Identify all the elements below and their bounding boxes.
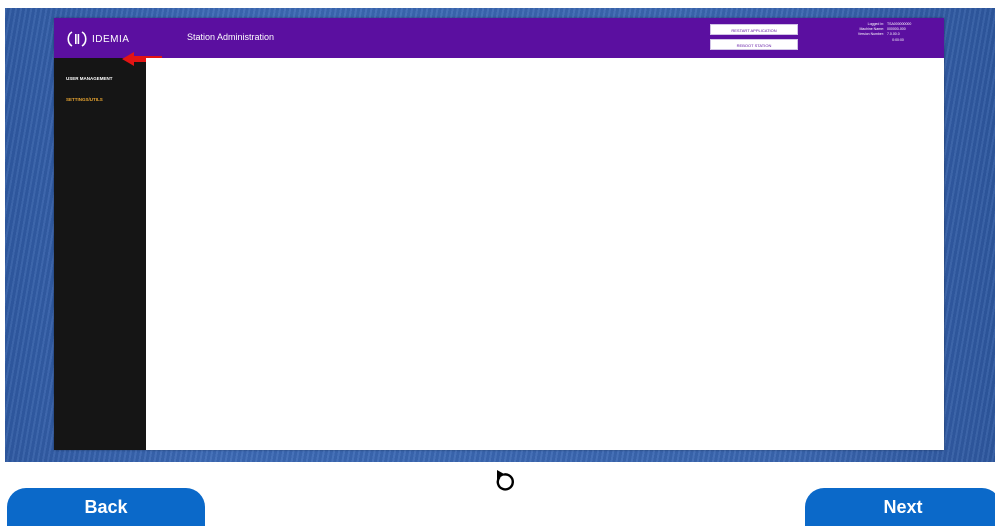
content-area [146,58,944,450]
header-bar: IDEMIA Station Administration RESTART AP… [54,18,944,58]
session-info: Logged in: TSA000000000 Machine Name: 00… [834,22,938,43]
logo: IDEMIA [66,31,129,47]
app-title: Station Administration [187,32,275,42]
logo-text: IDEMIA [92,33,130,45]
info-row: Version Number: 7.0.00.0 [834,32,938,37]
back-button[interactable]: Back [7,488,205,526]
idemia-logo-icon [67,31,87,47]
next-button[interactable]: Next [805,488,995,526]
info-value: 7.0.00.0 [887,32,900,36]
info-key: Version Number: [857,32,884,36]
sidebar-item-settings-utils[interactable]: SETTINGS/UTILS [66,97,103,102]
reboot-station-button[interactable]: REBOOT STATION [710,39,798,50]
reload-icon[interactable] [491,468,517,494]
restart-application-button[interactable]: RESTART APPLICATION [710,24,798,35]
sidebar: USER MANAGEMENT SETTINGS/UTILS [54,58,146,450]
sidebar-item-user-management[interactable]: USER MANAGEMENT [66,76,113,81]
clock-time: 0:00:00 [892,38,904,42]
app-window: IDEMIA Station Administration RESTART AP… [54,18,944,450]
